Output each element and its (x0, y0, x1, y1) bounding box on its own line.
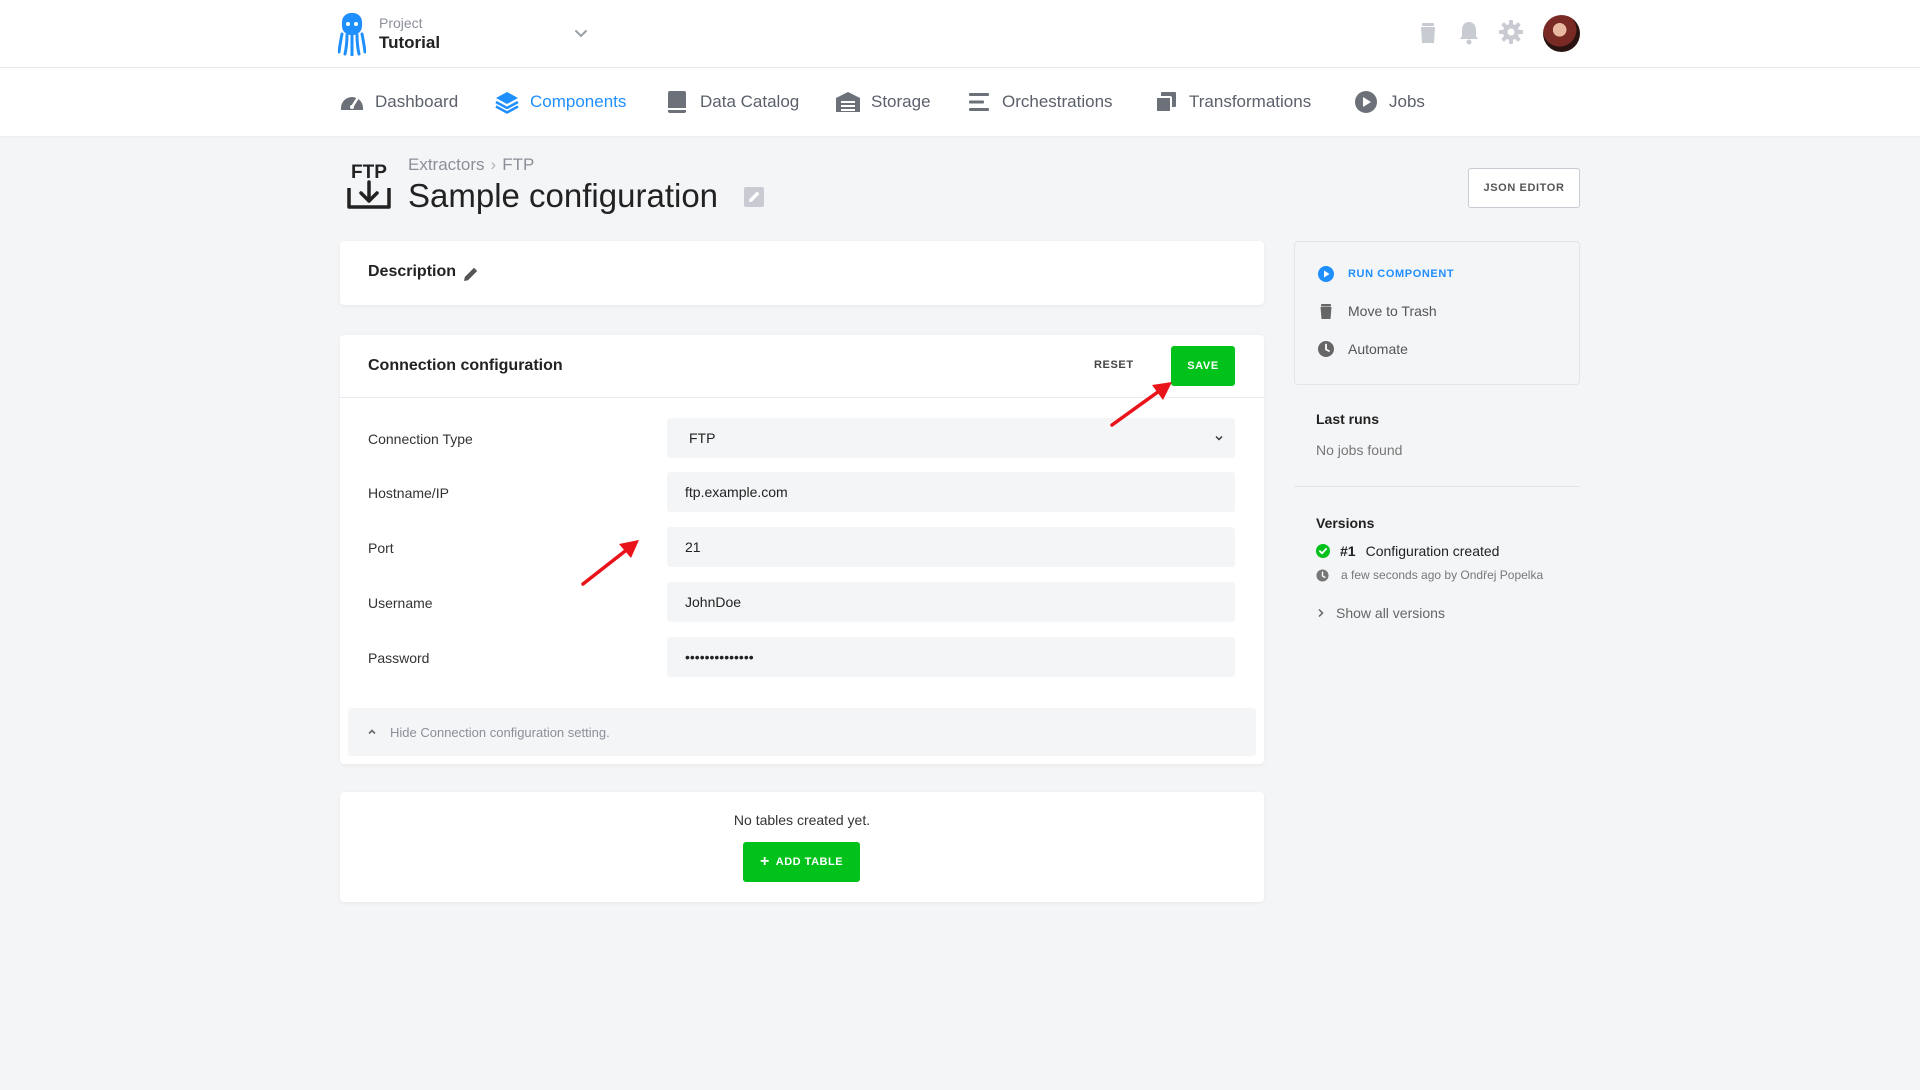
nav-item-label: Transformations (1189, 92, 1312, 111)
version-description: Configuration created (1365, 543, 1500, 559)
check-circle-icon (1316, 544, 1330, 558)
transformations-icon (1153, 89, 1179, 115)
nav-item-storage[interactable]: Storage (835, 68, 931, 136)
breadcrumb-item-extractors[interactable]: Extractors (408, 155, 485, 174)
chevron-down-icon[interactable] (572, 24, 590, 42)
hide-connection-settings-toggle[interactable]: Hide Connection configuration setting. (348, 708, 1256, 756)
chevron-right-icon (1318, 608, 1324, 618)
trash-icon (1317, 302, 1335, 320)
layers-icon (494, 89, 520, 115)
page-title: Sample configuration (408, 177, 719, 214)
warehouse-icon (835, 89, 861, 115)
nav-item-label: Storage (871, 92, 931, 111)
description-label: Description (368, 263, 457, 280)
nav-item-components[interactable]: Components (494, 68, 626, 136)
nav-item-data-catalog[interactable]: Data Catalog (664, 68, 799, 136)
nav-item-transformations[interactable]: Transformations (1153, 68, 1311, 136)
play-icon (1353, 89, 1379, 115)
versions-title: Versions (1316, 515, 1375, 531)
trash-icon[interactable] (1414, 18, 1442, 46)
username-label: Username (368, 595, 433, 611)
nav-item-jobs[interactable]: Jobs (1353, 68, 1425, 136)
move-to-trash-label: Move to Trash (1348, 303, 1437, 319)
ftp-icon: FTP (347, 162, 391, 209)
bell-icon[interactable] (1455, 18, 1483, 46)
nav-item-label: Components (530, 92, 627, 111)
automate-button[interactable]: Automate (1317, 338, 1408, 360)
add-table-label: ADD TABLE (775, 856, 844, 868)
tables-card: No tables created yet. + ADD TABLE (340, 792, 1264, 902)
no-tables-text: No tables created yet. (733, 812, 871, 828)
divider (340, 397, 1264, 398)
connection-type-value: FTP (689, 430, 716, 446)
hostname-label: Hostname/IP (368, 485, 449, 501)
add-table-button[interactable]: + ADD TABLE (743, 842, 860, 882)
description-card: Description (340, 241, 1264, 305)
chevron-up-icon (368, 729, 376, 735)
move-to-trash-button[interactable]: Move to Trash (1317, 300, 1437, 322)
connection-configuration-card: Connection configuration RESET SAVE Conn… (340, 335, 1264, 764)
main-navigation (0, 68, 1920, 136)
breadcrumb-separator: › (490, 155, 497, 174)
automate-label: Automate (1348, 341, 1408, 357)
version-meta-text: a few seconds ago by Ondřej Popelka (1341, 568, 1544, 582)
version-number: #1 (1340, 543, 1356, 559)
reset-button[interactable]: RESET (1094, 359, 1134, 371)
ftp-icon-text: FTP (351, 162, 387, 183)
hostname-input[interactable]: ftp.example.com (667, 472, 1235, 512)
project-label: Project (379, 15, 423, 31)
nav-item-dashboard[interactable]: Dashboard (339, 68, 458, 136)
run-component-button[interactable]: RUN COMPONENT (1317, 263, 1454, 285)
book-icon (664, 89, 690, 115)
version-item[interactable]: #1 Configuration created (1316, 543, 1499, 559)
connection-configuration-title: Connection configuration (368, 357, 563, 374)
port-input[interactable]: 21 (667, 527, 1235, 567)
hide-connection-settings-label: Hide Connection configuration setting. (390, 724, 610, 740)
clock-icon (1316, 568, 1329, 582)
top-bar (0, 0, 1920, 68)
nav-item-label: Orchestrations (1002, 92, 1113, 111)
port-label: Port (368, 540, 394, 556)
version-meta: a few seconds ago by Ondřej Popelka (1316, 568, 1543, 582)
project-name[interactable]: Tutorial (379, 33, 440, 53)
nav-item-orchestrations[interactable]: Orchestrations (966, 68, 1113, 136)
orchestration-icon (966, 89, 992, 115)
json-editor-button[interactable]: JSON EDITOR (1468, 168, 1580, 208)
no-jobs-text: No jobs found (1316, 442, 1403, 458)
clock-icon (1317, 340, 1335, 358)
actions-panel: RUN COMPONENT Move to Trash Automate (1294, 241, 1580, 385)
run-component-label: RUN COMPONENT (1348, 268, 1455, 280)
chevron-down-icon (1215, 436, 1223, 441)
nav-item-label: Jobs (1389, 92, 1425, 111)
plus-icon: + (759, 853, 770, 870)
show-all-versions-link[interactable]: Show all versions (1316, 605, 1445, 621)
breadcrumb-item-ftp[interactable]: FTP (502, 155, 534, 174)
nav-item-label: Dashboard (375, 92, 459, 111)
breadcrumb: Extractors › FTP (408, 155, 534, 175)
show-all-versions-label: Show all versions (1336, 605, 1445, 621)
dashboard-icon (339, 89, 365, 115)
divider (1294, 486, 1580, 487)
keboola-logo-icon[interactable] (338, 12, 366, 56)
last-runs-title: Last runs (1316, 411, 1380, 427)
connection-type-select[interactable]: FTP (667, 418, 1235, 458)
edit-title-icon[interactable] (743, 186, 765, 208)
nav-item-label: Data Catalog (700, 92, 800, 111)
username-input[interactable]: JohnDoe (667, 582, 1235, 622)
user-avatar[interactable] (1543, 15, 1580, 52)
gear-icon[interactable] (1497, 18, 1525, 46)
play-circle-icon (1317, 265, 1335, 283)
pencil-icon[interactable] (462, 265, 480, 283)
connection-type-label: Connection Type (368, 431, 473, 447)
save-button[interactable]: SAVE (1171, 346, 1235, 386)
password-label: Password (368, 650, 430, 666)
password-input[interactable]: •••••••••••••• (667, 637, 1235, 677)
